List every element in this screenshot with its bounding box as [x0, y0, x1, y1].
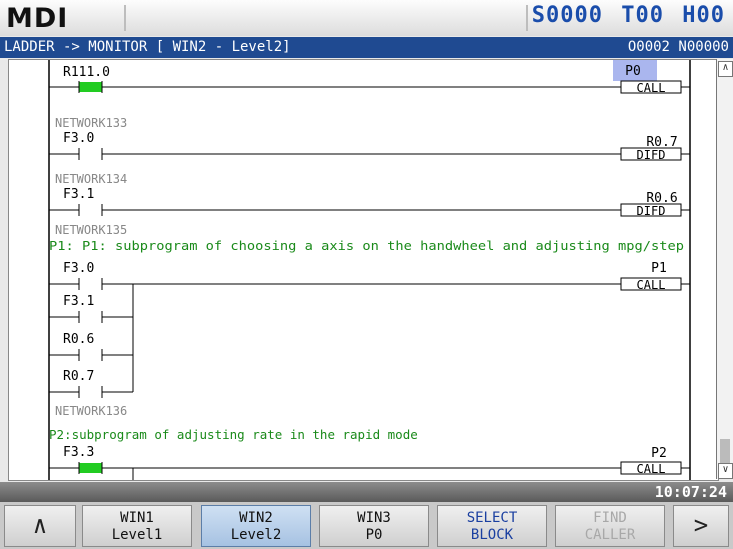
softkey-bar: ∧ WIN1 Level1 WIN2 Level2 WIN3 P0 SELECT…: [0, 502, 733, 549]
softkey-label: WIN2: [239, 510, 273, 526]
vertical-scrollbar[interactable]: ∧ ∨: [716, 59, 733, 479]
contact-on: [79, 463, 102, 473]
contact-address: R111.0: [63, 65, 110, 80]
softkey-label: WIN1: [120, 510, 154, 526]
network-label: NETWORK135: [55, 223, 127, 237]
divider: [124, 5, 126, 31]
rung-5[interactable]: NETWORK136 P2:subprogram of adjusting ra…: [49, 404, 690, 480]
softkey-label: P0: [365, 527, 383, 543]
coil-type: CALL: [637, 278, 666, 292]
softkey-select-block[interactable]: SELECT BLOCK: [437, 505, 547, 547]
chevron-right-icon: >: [693, 511, 709, 539]
coil-type: DIFD: [637, 204, 666, 218]
softkey-label: CALLER: [584, 527, 636, 543]
softkey-win1[interactable]: WIN1 Level1: [82, 505, 192, 547]
program-number: O0002 N00000: [627, 39, 729, 55]
contact-on: [79, 82, 102, 92]
network-label: NETWORK134: [55, 172, 127, 186]
rung-3[interactable]: NETWORK134 F3.1 R0.6 DIFD: [49, 172, 690, 218]
coil-type: DIFD: [637, 148, 666, 162]
network-label: NETWORK136: [55, 404, 127, 418]
clock: 10:07:24: [654, 483, 727, 501]
coil-address: P1: [651, 261, 667, 276]
rung-4[interactable]: NETWORK135 P1: P1: subprogram of choosin…: [49, 223, 690, 398]
softkey-label: FIND: [593, 510, 627, 526]
coil-type: CALL: [637, 462, 666, 476]
contact-address: R0.7: [63, 369, 94, 384]
contact-address: F3.0: [63, 131, 94, 146]
softkey-label: Level2: [230, 527, 282, 543]
title-bar: LADDER -> MONITOR [ WIN2 - Level2] O0002…: [0, 37, 733, 58]
coil-address: P0: [625, 64, 641, 79]
contact-address: R0.6: [63, 332, 94, 347]
contact-address: F3.1: [63, 294, 94, 309]
softkey-back[interactable]: ∧: [4, 505, 76, 547]
softkey-label: Level1: [111, 527, 163, 543]
softkey-win3[interactable]: WIN3 P0: [319, 505, 429, 547]
network-label: NETWORK133: [55, 116, 127, 130]
mode-label: MDI: [6, 3, 69, 34]
page-title: LADDER -> MONITOR [ WIN2 - Level2]: [4, 39, 291, 55]
scroll-up-icon[interactable]: ∧: [718, 61, 733, 77]
top-bar: MDI S0000 T00 H00: [0, 0, 733, 36]
rung-1[interactable]: R111.0 P0 CALL: [49, 60, 690, 95]
tool-value: T00: [621, 3, 664, 28]
ladder-view[interactable]: R111.0 P0 CALL NETWORK133 F3.0 R0.7 DIFD: [8, 59, 719, 481]
status-bar: 10:07:24: [0, 482, 733, 502]
softkey-label: WIN3: [357, 510, 391, 526]
contact-address: F3.3: [63, 445, 94, 460]
chevron-up-icon: ∧: [32, 511, 48, 539]
spindle-value: S0000: [531, 3, 603, 28]
contact-address: F3.0: [63, 261, 94, 276]
rung-2[interactable]: NETWORK133 F3.0 R0.7 DIFD: [49, 116, 690, 162]
softkey-win2[interactable]: WIN2 Level2: [201, 505, 311, 547]
softkey-label: BLOCK: [470, 527, 514, 543]
contact-address: F3.1: [63, 187, 94, 202]
h-offset-value: H00: [682, 3, 725, 28]
coil-type: CALL: [637, 81, 666, 95]
softkey-next[interactable]: >: [673, 505, 729, 547]
machine-state: S0000 T00 H00: [532, 3, 725, 28]
scroll-thumb[interactable]: [720, 439, 730, 463]
softkey-label: SELECT: [466, 510, 518, 526]
rung-comment: P2:subprogram of adjusting rate in the r…: [49, 427, 418, 442]
scroll-down-icon[interactable]: ∨: [718, 463, 733, 479]
coil-address: P2: [651, 446, 667, 461]
divider: [526, 5, 528, 31]
rung-comment: P1: P1: subprogram of choosing a axis on…: [49, 238, 684, 253]
softkey-find-caller[interactable]: FIND CALLER: [555, 505, 665, 547]
